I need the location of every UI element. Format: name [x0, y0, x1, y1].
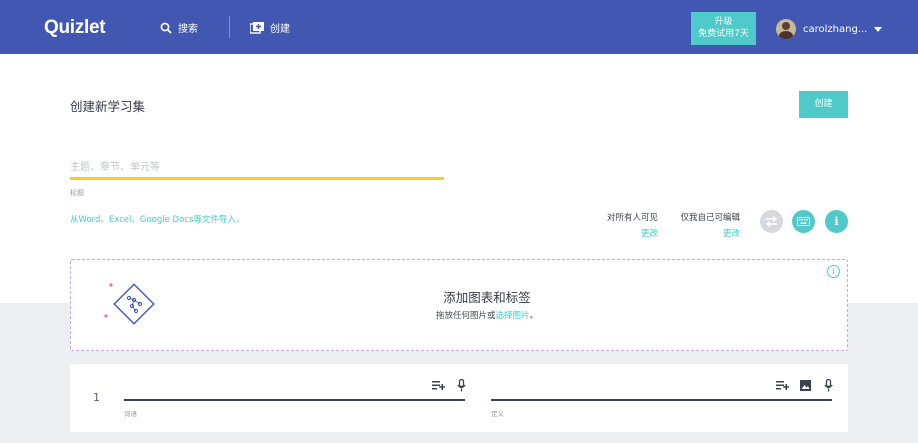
nav-search[interactable]: 搜索: [160, 20, 198, 35]
import-link[interactable]: 从Word、Excel、Google Docs等文件导入。: [70, 213, 244, 225]
nav-divider: [229, 16, 230, 38]
nav-create-label: 创建: [270, 24, 290, 35]
info-icon[interactable]: i: [827, 265, 840, 278]
avatar: [776, 19, 796, 39]
image-area-subtitle: 拖放任何图片或选择图片。: [0, 309, 918, 321]
microphone-icon[interactable]: [457, 379, 466, 392]
definition-caption: 定义: [491, 410, 504, 418]
view-visibility: 对所有人可见 更改: [602, 211, 658, 239]
swap-icon: [765, 216, 778, 227]
image-area-subtitle-text: 拖放任何图片或: [435, 311, 496, 321]
view-visibility-label: 对所有人可见: [606, 213, 658, 223]
chevron-down-icon: [874, 26, 883, 32]
image-area-title: 添加图表和标签: [443, 290, 531, 305]
info-icon: i: [834, 215, 839, 228]
definition-field[interactable]: [491, 399, 832, 401]
create-button[interactable]: 创建: [799, 91, 848, 118]
image-area-subtitle-end: 。: [529, 311, 539, 321]
quizlet-logo[interactable]: Quizlet: [44, 17, 106, 39]
page-title: 创建新学习集: [70, 99, 146, 114]
edit-permission-change-link[interactable]: 更改: [676, 227, 740, 239]
create-set-icon: [250, 21, 264, 34]
free-trial-label: 免费试用7天: [698, 29, 749, 39]
username: carolzhang...: [803, 23, 868, 35]
add-list-icon[interactable]: [432, 380, 445, 390]
nav-search-label: 搜索: [178, 24, 198, 35]
nav-create[interactable]: 创建: [250, 20, 290, 35]
microphone-icon[interactable]: [824, 379, 833, 392]
choose-image-link[interactable]: 选择图片: [495, 311, 529, 321]
upgrade-button[interactable]: 升级 免费试用7天: [691, 12, 756, 45]
image-icon[interactable]: [800, 380, 811, 391]
upgrade-label: 升级: [714, 17, 733, 27]
search-icon: [160, 22, 172, 34]
term-field[interactable]: [124, 399, 465, 401]
keyboard-icon: [797, 217, 810, 226]
term-caption: 词语: [124, 410, 137, 418]
keyboard-button[interactable]: [792, 210, 815, 233]
top-nav-bar: Quizlet 搜索 创建 升级 免费试用7天 carolzhang...: [0, 0, 918, 54]
add-list-icon[interactable]: [776, 380, 789, 390]
user-menu[interactable]: carolzhang...: [776, 19, 883, 39]
edit-permission: 仅我自己可编辑 更改: [676, 211, 740, 239]
term-card: [70, 364, 848, 432]
title-input[interactable]: [70, 158, 444, 180]
swap-button[interactable]: [760, 210, 783, 233]
title-caption: 标题: [70, 189, 84, 197]
edit-permission-label: 仅我自己可编辑: [680, 213, 740, 223]
view-visibility-change-link[interactable]: 更改: [602, 227, 658, 239]
info-button[interactable]: i: [825, 210, 848, 233]
card-number: 1: [93, 391, 100, 404]
